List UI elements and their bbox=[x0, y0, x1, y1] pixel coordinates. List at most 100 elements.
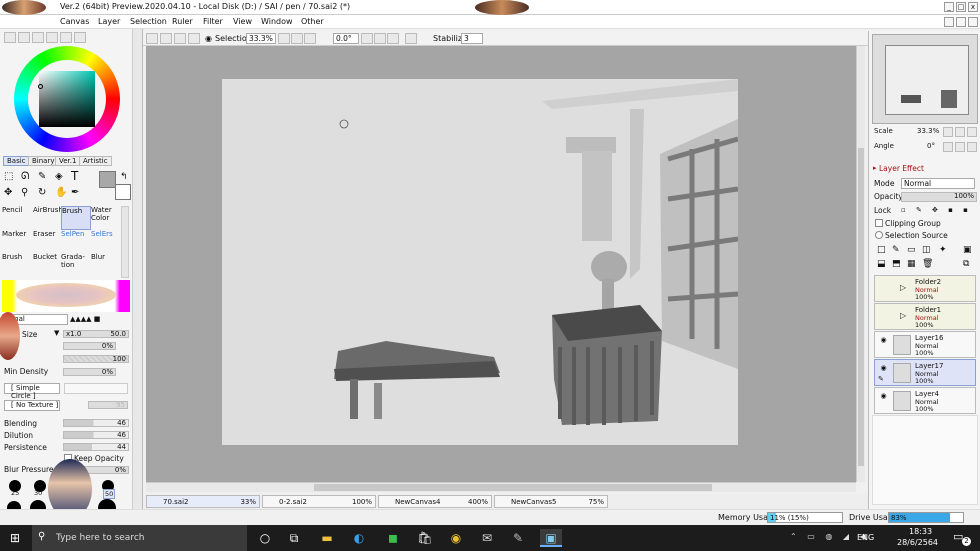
layer-effect-label[interactable]: Layer Effect bbox=[879, 164, 924, 173]
tool-selpen[interactable]: SelPen bbox=[61, 230, 91, 254]
swatch-button[interactable] bbox=[46, 32, 58, 43]
folder-expand-icon[interactable]: ▷ bbox=[900, 311, 906, 320]
tool-marker[interactable]: Marker bbox=[2, 230, 32, 254]
doc-tab-70[interactable]: 70.sai2 33% bbox=[146, 495, 260, 508]
move-icon[interactable]: ✥ bbox=[4, 187, 12, 198]
doc-tab-0-2[interactable]: 0-2.sai2 100% bbox=[262, 495, 376, 508]
tool-brush-2[interactable]: Brush bbox=[2, 253, 32, 277]
clear-layer-icon[interactable]: ▦ bbox=[907, 259, 916, 269]
scale-zoom-out-button[interactable] bbox=[943, 127, 953, 137]
canvas-horizontal-scrollbar[interactable] bbox=[146, 482, 856, 492]
brush-tip-shapes[interactable]: ▲▲▲▲ ■ bbox=[70, 314, 130, 325]
zoom-icon[interactable]: ⚲ bbox=[21, 187, 28, 198]
tool-airbrush[interactable]: AirBrush bbox=[33, 206, 63, 230]
clock-date[interactable]: 28/6/2564 bbox=[897, 538, 938, 547]
doc-tab-newcanvas5[interactable]: NewCanvas5 75% bbox=[494, 495, 608, 508]
selection-toggle-icon[interactable]: ◉ bbox=[205, 34, 212, 43]
edge-icon[interactable]: ◐ bbox=[350, 529, 368, 547]
horizontal-scroll-thumb[interactable] bbox=[314, 484, 712, 491]
persistence-slider[interactable]: 44 bbox=[63, 443, 129, 451]
angle-right-button[interactable] bbox=[955, 142, 965, 152]
zoom-field[interactable]: 33.3% bbox=[246, 33, 276, 44]
min-density-slider[interactable]: 0% bbox=[63, 368, 116, 376]
chrome-icon[interactable]: ◉ bbox=[447, 529, 465, 547]
tool-grid-scrollbar[interactable] bbox=[121, 206, 129, 278]
new-folder-icon[interactable]: ▭ bbox=[907, 245, 916, 255]
drawing-canvas[interactable] bbox=[222, 79, 739, 445]
rotate-reset-button[interactable] bbox=[387, 33, 399, 44]
blending-slider[interactable]: 46 bbox=[63, 419, 129, 427]
language-indicator[interactable]: ENG bbox=[857, 533, 874, 542]
eye-icon[interactable]: ◉ bbox=[878, 391, 889, 401]
menu-window[interactable]: Window bbox=[261, 17, 293, 26]
doc-minimize-button[interactable] bbox=[944, 17, 954, 27]
density-slider[interactable]: 0% bbox=[63, 342, 116, 350]
lasso-icon[interactable]: ᘏ bbox=[21, 171, 29, 182]
taskbar-search-box[interactable]: ⚲ Type here to search bbox=[32, 525, 247, 551]
doc-tab-newcanvas4[interactable]: NewCanvas4 400% bbox=[378, 495, 492, 508]
brush-lock-icon[interactable]: ✎ bbox=[878, 375, 884, 383]
secondary-color-swatch[interactable] bbox=[115, 184, 131, 200]
texture-select[interactable]: [ No Texture ] bbox=[4, 400, 60, 411]
mail-icon[interactable]: ✉ bbox=[478, 529, 496, 547]
tool-panel-scrollbar[interactable] bbox=[132, 29, 142, 514]
eyedropper-icon[interactable]: ✒ bbox=[71, 187, 79, 198]
angle-field[interactable]: 0.0° bbox=[333, 33, 359, 44]
zoom-out-button[interactable] bbox=[278, 33, 290, 44]
menu-canvas[interactable]: Canvas bbox=[60, 17, 89, 26]
zoom-reset-button[interactable] bbox=[304, 33, 316, 44]
fill-icon[interactable]: ◈ bbox=[55, 171, 63, 182]
layer-effect-expand-icon[interactable]: ▸ bbox=[873, 164, 877, 172]
rotate-left-button[interactable] bbox=[361, 33, 373, 44]
hsv-slider-button[interactable] bbox=[32, 32, 44, 43]
tool-selers[interactable]: SelErs bbox=[91, 230, 121, 254]
tool-watercolor[interactable]: Water Color bbox=[91, 206, 121, 230]
tab-artistic[interactable]: Artistic bbox=[79, 156, 112, 166]
maximize-button[interactable]: □ bbox=[956, 2, 966, 12]
flip-button[interactable] bbox=[405, 33, 417, 44]
line-app-icon[interactable]: ◼ bbox=[384, 529, 402, 547]
transfer-down-icon[interactable]: ⬒ bbox=[892, 259, 901, 269]
rgb-slider-button[interactable] bbox=[18, 32, 30, 43]
text-tool-icon[interactable]: T bbox=[71, 169, 78, 183]
scratch-pad-button[interactable] bbox=[74, 32, 86, 43]
rotate-right-button[interactable] bbox=[374, 33, 386, 44]
new-layer-icon[interactable]: □ bbox=[877, 245, 886, 255]
brush-shape-select[interactable]: [ Simple Circle ] bbox=[4, 383, 60, 400]
undo-button[interactable] bbox=[146, 33, 158, 44]
minimize-button[interactable]: _ bbox=[944, 2, 954, 12]
layer-row-layer4[interactable]: ◉ Layer4 Normal 100% bbox=[874, 387, 976, 414]
layer-row-layer16[interactable]: ◉ Layer16 Normal 100% bbox=[874, 331, 976, 358]
angle-left-button[interactable] bbox=[943, 142, 953, 152]
mixer-button[interactable] bbox=[60, 32, 72, 43]
close-button[interactable]: x bbox=[968, 2, 978, 12]
canvas-vertical-scrollbar[interactable] bbox=[856, 46, 865, 482]
stabilizer-select[interactable]: 3 bbox=[461, 33, 483, 44]
clock-time[interactable]: 18:33 bbox=[909, 527, 932, 536]
color-wheel[interactable] bbox=[14, 46, 120, 152]
layer-opacity-slider[interactable]: 100% bbox=[901, 192, 977, 202]
texture-strength-slider[interactable]: 95 bbox=[88, 401, 128, 409]
paint-app-icon[interactable]: ✎ bbox=[509, 529, 527, 547]
size-dropdown-icon[interactable]: ▼ bbox=[54, 329, 59, 337]
layer-list-empty-area[interactable] bbox=[872, 415, 978, 505]
file-explorer-icon[interactable]: ▬ bbox=[318, 529, 336, 547]
store-icon[interactable]: 🛍 bbox=[416, 529, 434, 547]
tab-binary[interactable]: Binary bbox=[28, 156, 59, 166]
scale-reset-button[interactable] bbox=[967, 127, 977, 137]
layer-row-folder1[interactable]: ▷ Folder1 Normal 100% bbox=[874, 303, 976, 330]
tool-eraser[interactable]: Eraser bbox=[33, 230, 63, 254]
doc-restore-button[interactable] bbox=[956, 17, 966, 27]
rotate-icon[interactable]: ↻ bbox=[38, 187, 46, 198]
size-slider[interactable]: x1.0 50.0 bbox=[63, 330, 129, 338]
visibility-toggle[interactable] bbox=[878, 279, 889, 289]
layer-row-layer17[interactable]: ◉ ✎ Layer17 Normal 100% bbox=[874, 359, 976, 386]
redo-button[interactable] bbox=[160, 33, 172, 44]
layer-mode-select[interactable]: Normal bbox=[901, 178, 975, 189]
sai-app-icon[interactable]: ▣ bbox=[540, 529, 562, 547]
windows-start-icon[interactable]: ⊞ bbox=[6, 529, 24, 547]
doc-close-button[interactable] bbox=[968, 17, 978, 27]
deselect-button[interactable] bbox=[174, 33, 186, 44]
visibility-toggle[interactable] bbox=[878, 307, 889, 317]
clipping-group-checkbox[interactable] bbox=[875, 219, 883, 227]
